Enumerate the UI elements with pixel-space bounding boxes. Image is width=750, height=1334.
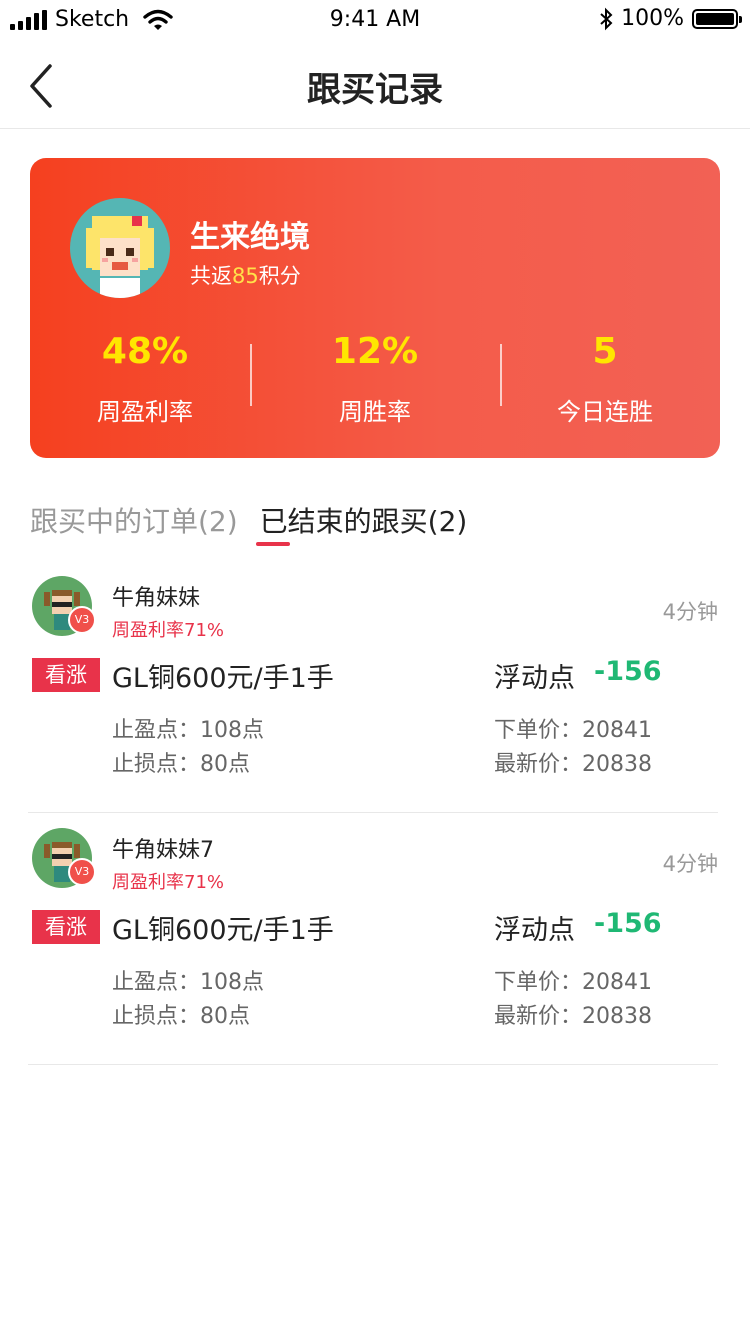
stat-weekly-profit: 48% 周盈利率: [30, 328, 260, 428]
profile-card: 生来绝境 共返85积分 48% 周盈利率 12% 周胜率 5 今日连胜: [30, 158, 720, 458]
tab-active-orders[interactable]: 跟买中的订单(2): [30, 500, 238, 550]
list-item[interactable]: V3 牛角妹妹7 周盈利率71% 4分钟 看涨 GL铜600元/手1手 浮动点 …: [28, 812, 718, 1065]
nav-bar: 跟买记录: [0, 40, 750, 129]
float-label: 浮动点: [494, 663, 575, 694]
page-title: 跟买记录: [307, 70, 443, 110]
stat-value: 12%: [331, 331, 419, 372]
stat-divider: [500, 344, 502, 406]
stat-label: 周盈利率: [97, 398, 193, 426]
list-item[interactable]: V3 牛角妹妹 周盈利率71% 4分钟 看涨 GL铜600元/手1手 浮动点 -…: [28, 560, 718, 813]
avatar-image: [86, 216, 154, 298]
battery-percent: 100%: [621, 6, 684, 31]
points-prefix: 共返: [190, 264, 232, 288]
float-label: 浮动点: [494, 915, 575, 946]
points-value: 85: [232, 264, 259, 288]
level-badge: V3: [68, 858, 96, 886]
points-summary: 共返85积分: [190, 260, 301, 290]
points-suffix: 积分: [258, 264, 301, 288]
bluetooth-icon: [600, 7, 613, 30]
tab-finished-orders[interactable]: 已结束的跟买(2): [255, 500, 468, 550]
stop-loss: 止损点：80点: [112, 1004, 250, 1029]
order-tabs: 跟买中的订单(2) 已结束的跟买(2): [30, 500, 467, 550]
status-bar: Sketch 9:41 AM 100%: [0, 0, 750, 40]
order-price: 下单价：20841: [494, 718, 652, 743]
direction-tag: 看涨: [32, 658, 100, 692]
stat-value: 48%: [101, 331, 189, 372]
level-badge: V3: [68, 606, 96, 634]
latest-price: 最新价：20838: [494, 752, 652, 777]
user-name: 生来绝境: [190, 220, 310, 255]
product-title: GL铜600元/手1手: [112, 663, 334, 694]
float-value: -156: [594, 656, 662, 687]
stats-row: 48% 周盈利率 12% 周胜率 5 今日连胜: [30, 328, 720, 428]
avatar[interactable]: [70, 198, 170, 298]
trader-name: 牛角妹妹7: [112, 838, 214, 863]
order-time: 4分钟: [662, 600, 718, 624]
order-time: 4分钟: [662, 852, 718, 876]
order-price: 下单价：20841: [494, 970, 652, 995]
battery-icon: [692, 8, 742, 29]
stat-streak: 5 今日连胜: [490, 328, 720, 428]
stat-value: 5: [592, 331, 618, 372]
float-value: -156: [594, 908, 662, 939]
latest-price: 最新价：20838: [494, 1004, 652, 1029]
stop-loss: 止损点：80点: [112, 752, 250, 777]
take-profit: 止盈点：108点: [112, 970, 264, 995]
stat-label: 周胜率: [339, 398, 411, 426]
trader-name: 牛角妹妹: [112, 586, 201, 611]
take-profit: 止盈点：108点: [112, 718, 264, 743]
stat-label: 今日连胜: [557, 398, 653, 426]
stat-divider: [250, 344, 252, 406]
trader-rate: 周盈利率71%: [112, 872, 225, 893]
direction-tag: 看涨: [32, 910, 100, 944]
stat-weekly-win: 12% 周胜率: [260, 328, 490, 428]
tab-underline: [255, 542, 290, 546]
product-title: GL铜600元/手1手: [112, 915, 334, 946]
tab-label: 已结束的跟买(2): [259, 505, 468, 538]
trader-rate: 周盈利率71%: [112, 620, 225, 641]
